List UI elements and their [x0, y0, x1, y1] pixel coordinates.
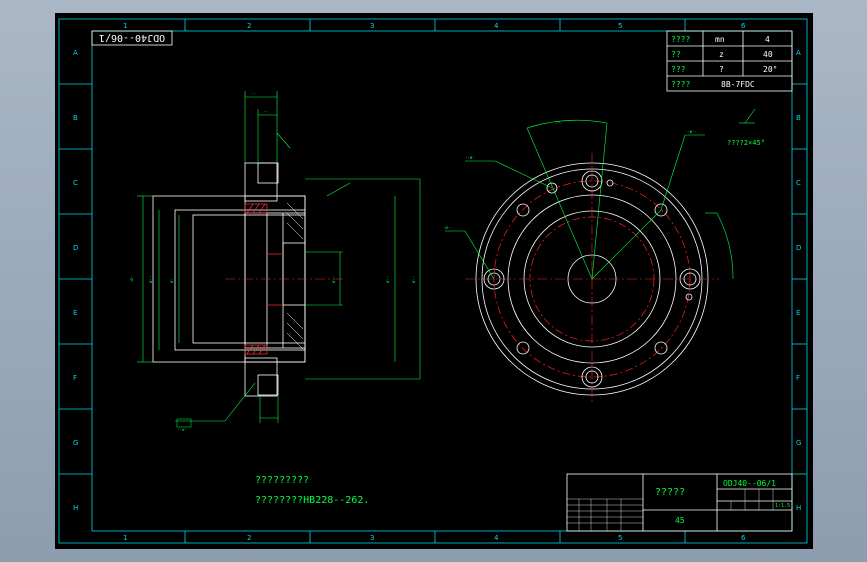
svg-text:ø··: ø·· — [385, 276, 390, 283]
svg-text:·ø··: ·ø·· — [443, 225, 453, 230]
gear-parameter-table: ???? mn 4 ?? z 40 ??? ? 20° ???? 8B-7FDC — [666, 30, 793, 92]
zone-row-b-left: B — [73, 114, 78, 122]
zone-row-d-left: D — [73, 244, 78, 252]
front-view: ·°· ·-ø·· ··ø· ·ø·· ????2×45° — [443, 108, 765, 405]
svg-text:ø··: ø·· — [331, 276, 336, 283]
svg-text:ø··: ø·· — [411, 276, 416, 283]
svg-text:··±·: ··±· — [177, 427, 187, 432]
chamfer-note: ????2×45° — [727, 139, 765, 147]
zone-row-f-left: F — [73, 374, 77, 382]
zone-row-g-left: G — [73, 439, 78, 447]
svg-text:ø·: ø· — [169, 278, 174, 283]
param-symbol-module: mn — [715, 35, 725, 44]
param-symbol-pressure-angle: ? — [719, 65, 724, 74]
zone-row-e-left: E — [73, 309, 77, 317]
param-value-pressure-angle: 20° — [763, 65, 777, 74]
param-label-accuracy: ???? — [671, 80, 690, 89]
zone-row-h-right: H — [796, 504, 801, 512]
zone-col-5-top: 5 — [618, 22, 622, 30]
param-label-teeth: ?? — [671, 50, 681, 59]
zone-row-g-right: G — [796, 439, 801, 447]
technical-notes: ????????? ????????HB228--262. — [255, 475, 369, 506]
title-block: ????? ODJ40--06/1 45 1:1.5 — [566, 473, 793, 532]
zone-row-h-left: H — [73, 504, 78, 512]
zone-col-3-top: 3 — [370, 22, 374, 30]
zone-col-2-bottom: 2 — [247, 534, 251, 542]
mirrored-drawing-number: ODJ40--06/1 — [99, 32, 165, 43]
zone-labels: 1 2 3 4 5 6 1 2 3 4 5 6 A B C D E F G H … — [73, 22, 801, 542]
svg-text:ø··: ø·· — [148, 276, 153, 283]
part-name: ????? — [655, 487, 685, 498]
param-value-accuracy: 8B-7FDC — [721, 80, 755, 89]
zone-row-e-right: E — [796, 309, 800, 317]
section-view: ·ø· ø·· ø· ø·· ø·· ·· ·· ø·· ··±· — [129, 91, 421, 432]
zone-col-5-bottom: 5 — [618, 534, 622, 542]
svg-text:·-ø··: ·-ø·· — [685, 129, 697, 134]
notes-line-2: ????????HB228--262. — [255, 495, 369, 506]
param-value-module: 4 — [765, 35, 770, 44]
zone-row-a-left: A — [73, 49, 78, 57]
zone-row-b-right: B — [796, 114, 801, 122]
zone-row-c-left: C — [73, 179, 78, 187]
zone-col-4-top: 4 — [494, 22, 499, 30]
svg-text:··: ·· — [263, 109, 268, 114]
param-value-teeth: 40 — [763, 50, 773, 59]
mirrored-drawing-number-box: ODJ40--06/1 — [91, 30, 173, 46]
cad-viewport[interactable]: 1 2 3 4 5 6 1 2 3 4 5 6 A B C D E F G H … — [55, 13, 813, 549]
zone-row-d-right: D — [796, 244, 801, 252]
zone-col-4-bottom: 4 — [494, 534, 499, 542]
zone-col-3-bottom: 3 — [370, 534, 374, 542]
scale: 1:1.5 — [775, 503, 790, 509]
zone-row-c-right: C — [796, 179, 801, 187]
material: 45 — [675, 516, 685, 525]
zone-col-1-bottom: 1 — [123, 534, 127, 542]
svg-text:··: ·· — [251, 91, 256, 96]
param-label-pressure-angle: ??? — [671, 65, 686, 74]
param-label-module: ???? — [671, 35, 690, 44]
zone-col-6-top: 6 — [741, 22, 746, 30]
zone-col-6-bottom: 6 — [741, 534, 746, 542]
drawing-number: ODJ40--06/1 — [723, 479, 776, 488]
notes-line-1: ????????? — [255, 475, 309, 486]
zone-col-2-top: 2 — [247, 22, 251, 30]
zone-row-f-right: F — [796, 374, 800, 382]
cad-drawing: 1 2 3 4 5 6 1 2 3 4 5 6 A B C D E F G H … — [58, 18, 808, 544]
zone-row-a-right: A — [796, 49, 801, 57]
svg-text:·ø·: ·ø· — [129, 276, 134, 283]
svg-text:·°·: ·°· — [555, 121, 562, 126]
param-symbol-teeth: z — [719, 50, 724, 59]
zone-col-1-top: 1 — [123, 22, 127, 30]
svg-text:··ø·: ··ø· — [465, 155, 475, 160]
